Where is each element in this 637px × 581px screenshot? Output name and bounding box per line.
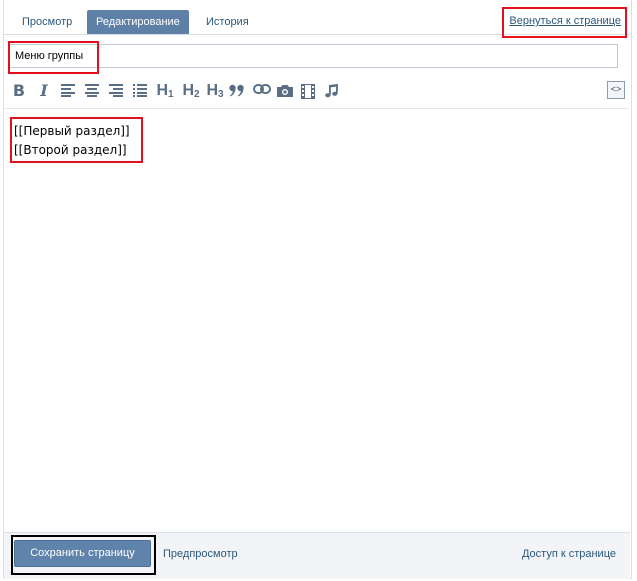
italic-icon[interactable]: I [36,80,52,102]
link-icon[interactable] [252,80,272,102]
h3-label: H [206,82,218,99]
h3-sub: 3 [218,89,224,100]
back-to-page-link[interactable]: Вернуться к странице [509,15,621,27]
align-center-icon[interactable] [84,80,100,102]
h2-sub: 2 [194,89,200,100]
tab-edit[interactable]: Редактирование [87,10,189,34]
wiki-editor-area[interactable]: [[Первый раздел]] [[Второй раздел]] [4,108,629,533]
quote-icon[interactable] [228,80,246,102]
page-title-input[interactable] [9,44,618,68]
align-right-icon[interactable] [108,80,124,102]
list-icon[interactable] [132,80,148,102]
h3-icon[interactable]: H3 [204,80,226,102]
formatting-toolbar: B I H1 H2 H3 [10,80,625,102]
h1-sub: 1 [168,89,174,100]
source-code-icon[interactable]: <> [607,81,625,99]
page-access-link[interactable]: Доступ к странице [522,548,616,560]
editor-line-1: [[Первый раздел]] [14,124,130,138]
h1-label: H [156,82,168,99]
h1-icon[interactable]: H1 [154,80,176,102]
photo-icon[interactable] [276,80,294,102]
bold-icon[interactable]: B [10,80,28,102]
h2-icon[interactable]: H2 [180,80,202,102]
tab-view[interactable]: Просмотр [13,10,81,34]
save-page-button[interactable]: Сохранить страницу [14,540,151,567]
h2-label: H [182,82,194,99]
tab-bar: Просмотр Редактирование История Вернутьс… [3,0,631,35]
editor-line-2: [[Второй раздел]] [14,143,127,157]
video-icon[interactable] [300,80,316,102]
audio-icon[interactable] [324,80,340,102]
tab-history[interactable]: История [197,10,258,34]
preview-link[interactable]: Предпросмотр [163,548,238,560]
align-left-icon[interactable] [60,80,76,102]
